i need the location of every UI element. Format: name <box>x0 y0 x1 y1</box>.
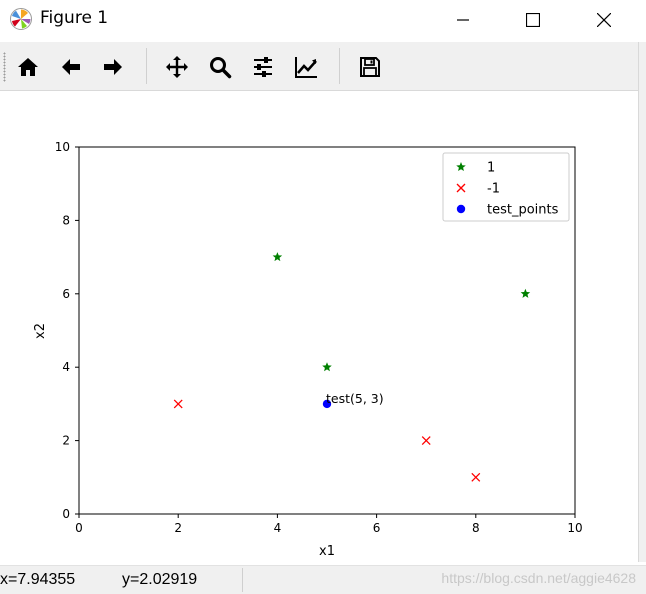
figure-canvas[interactable]: 0 2 4 6 8 10 0 2 4 6 8 10 x1 x2 test(5, 3) 1 -1 test… <box>0 91 638 565</box>
close-icon <box>597 13 611 27</box>
toolbar-separator <box>339 48 340 84</box>
y-axis-label: x2 <box>33 323 48 339</box>
sliders-icon <box>254 57 272 77</box>
floppy-disk-icon <box>360 57 380 77</box>
home-button[interactable] <box>13 52 43 82</box>
zoom-button[interactable] <box>205 52 235 82</box>
y-coordinate-readout: y=2.02919 <box>122 571 198 588</box>
x-axis-ticks: 0 2 4 6 8 10 <box>75 514 583 535</box>
y-tick-label: 8 <box>62 213 70 227</box>
x-axis-label: x1 <box>319 544 335 559</box>
legend-label: 1 <box>487 161 495 176</box>
y-tick-label: 6 <box>62 287 70 301</box>
status-bar: x=7.94355 y=2.02919 https://blog.csdn.ne… <box>0 565 646 594</box>
x-tick-label: 6 <box>373 521 381 535</box>
edit-axis-button[interactable] <box>291 52 321 82</box>
legend: 1 -1 test_points <box>442 152 570 222</box>
y-tick-label: 4 <box>62 360 70 374</box>
maximize-button[interactable] <box>510 0 556 40</box>
x-tick-label: 2 <box>174 521 182 535</box>
minimize-icon <box>457 19 469 21</box>
annotations: test(5, 3) <box>326 391 384 406</box>
y-tick-label: 2 <box>62 434 70 448</box>
legend-marker-circle <box>456 204 466 214</box>
home-icon <box>18 58 38 76</box>
x-coordinate-readout: x=7.94355 <box>0 571 76 588</box>
matplotlib-logo-icon <box>10 8 32 30</box>
navigation-toolbar <box>0 42 638 91</box>
title-bar: Figure 1 <box>0 0 646 40</box>
close-button[interactable] <box>581 0 627 40</box>
pan-button[interactable] <box>162 52 192 82</box>
window-title: Figure 1 <box>40 8 109 28</box>
minimize-button[interactable] <box>440 0 486 40</box>
scatter-plot[interactable]: 0 2 4 6 8 10 0 2 4 6 8 10 x1 x2 test(5, 3) 1 -1 test… <box>0 91 638 565</box>
toolbar-grip[interactable] <box>3 52 6 82</box>
magnifier-icon <box>210 57 232 79</box>
legend-label: -1 <box>487 182 500 197</box>
watermark-text: https://blog.csdn.net/aggie4628 <box>441 570 636 586</box>
save-button[interactable] <box>355 52 385 82</box>
back-button[interactable] <box>56 52 86 82</box>
point-annotation: test(5, 3) <box>326 391 384 406</box>
maximize-icon <box>526 13 540 27</box>
legend-label: test_points <box>487 203 559 218</box>
x-tick-label: 10 <box>567 521 582 535</box>
x-tick-label: 4 <box>274 521 282 535</box>
forward-button[interactable] <box>98 52 128 82</box>
arrow-left-icon <box>62 59 80 75</box>
toolbar-separator <box>146 48 147 84</box>
y-axis-ticks: 0 2 4 6 8 10 <box>55 140 79 521</box>
line-chart-icon <box>295 57 317 78</box>
status-separator <box>242 568 243 592</box>
configure-subplots-button[interactable] <box>248 52 278 82</box>
window-resize-edge <box>638 42 646 562</box>
y-tick-label: 10 <box>55 140 70 154</box>
x-tick-label: 8 <box>472 521 480 535</box>
x-tick-label: 0 <box>75 521 83 535</box>
y-tick-label: 0 <box>62 507 70 521</box>
arrow-right-icon <box>104 59 122 75</box>
move-icon <box>166 56 188 78</box>
